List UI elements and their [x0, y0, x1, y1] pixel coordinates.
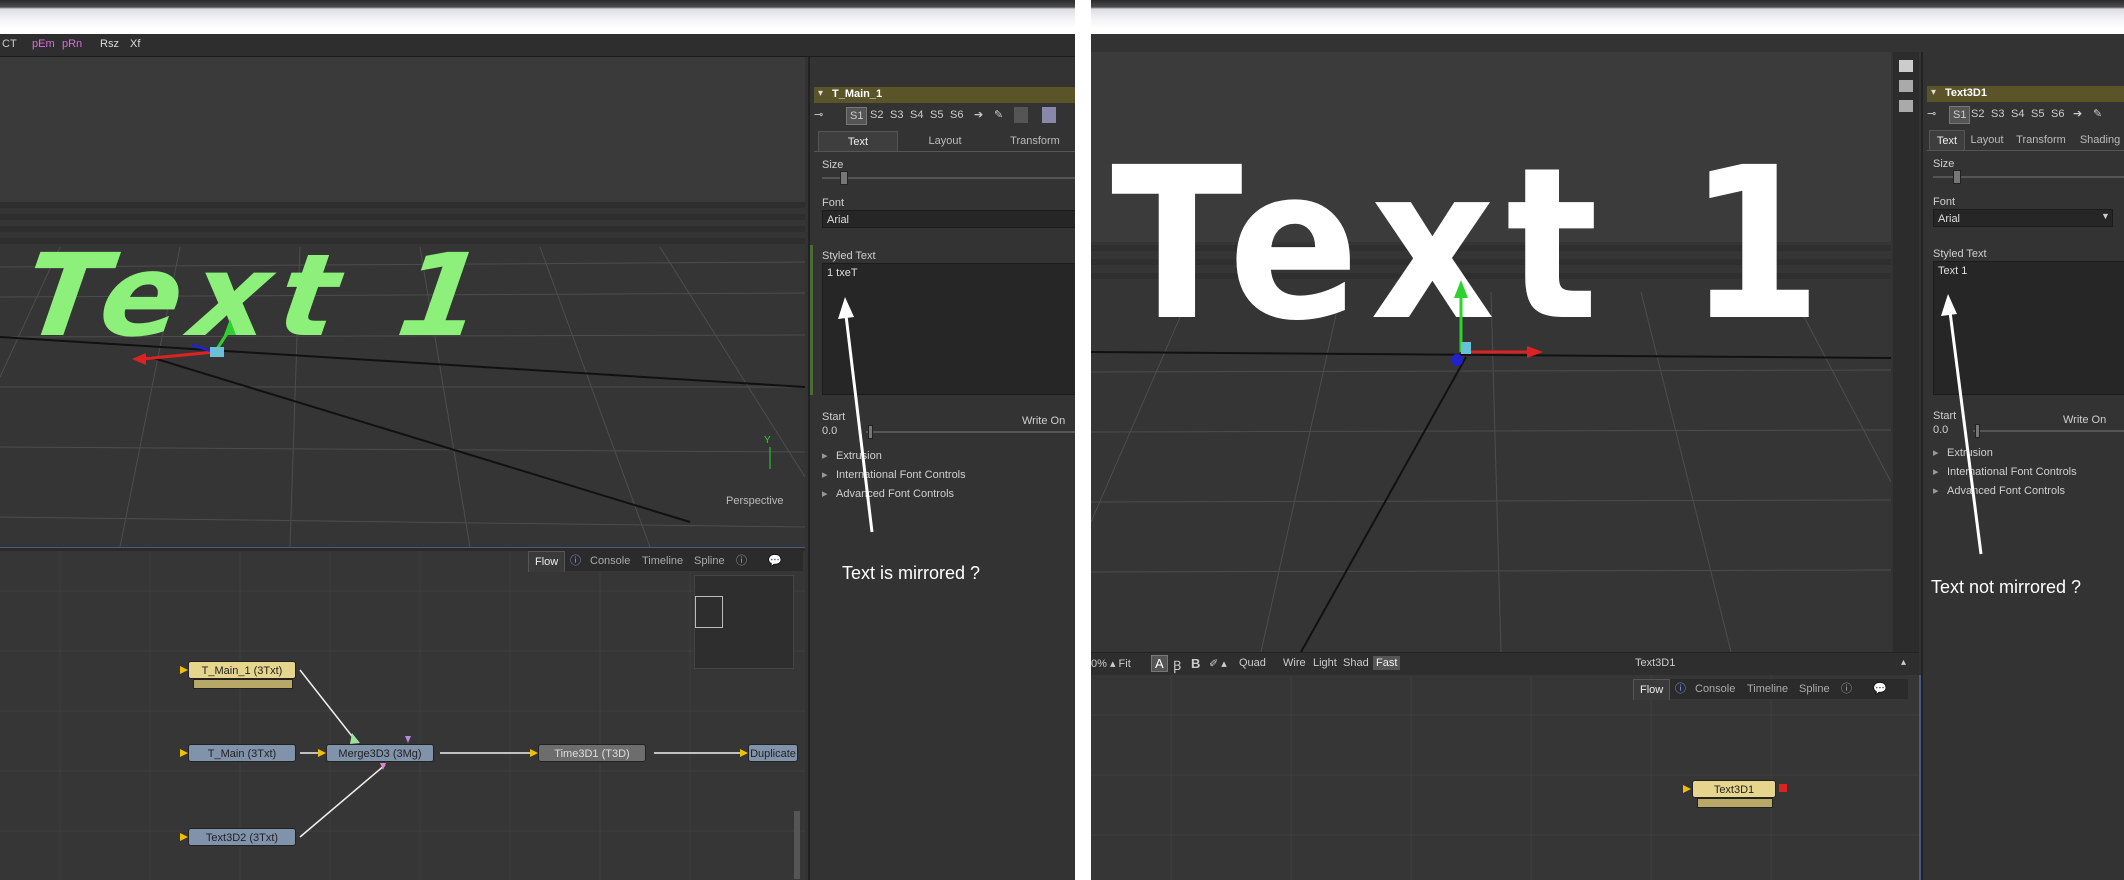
help-icon[interactable]: ⓘ	[1841, 679, 1852, 699]
node-text3d1-footer	[1697, 798, 1773, 808]
node-time3d1[interactable]: Time3D1 (T3D)	[538, 744, 646, 762]
annotation-arrow	[1941, 294, 1983, 555]
bold-icon[interactable]: B	[1191, 656, 1200, 671]
node-t-main-1[interactable]: T_Main_1 (3Txt)	[188, 661, 296, 679]
viewer-status-bar: 0% ▴ Fit A Ꞵ B ✐ ▴ Quad Wire Light Shad …	[1091, 652, 1919, 676]
window-title-strip	[0, 0, 1075, 34]
left-screenshot-panel: CT pEm pRn Rsz Xf Text 1 Y Perspective T…	[0, 0, 1075, 880]
transform-gizmo[interactable]	[130, 277, 240, 367]
flow-navigator[interactable]	[694, 575, 794, 669]
shad-button[interactable]: Shad	[1343, 657, 1369, 669]
window-title-strip	[1091, 0, 2124, 34]
flow-area[interactable]: Text3D1 Flow ⓘ Console Timeline Spline ⓘ…	[1091, 675, 1921, 880]
annotation-text: Text not mirrored ?	[1931, 577, 2082, 597]
chat-icon[interactable]: 💬	[768, 551, 782, 571]
view-icon-1[interactable]	[1899, 60, 1913, 72]
tab-flow[interactable]: Flow	[528, 551, 566, 572]
tab-spline[interactable]: Spline	[694, 551, 725, 571]
axis-label-y: Y	[764, 435, 771, 446]
tab-console[interactable]: Console	[590, 551, 630, 571]
tab-console[interactable]: Console	[1695, 679, 1735, 699]
toolbar-btn-rsz[interactable]: Rsz	[100, 38, 119, 50]
expand-icon[interactable]: ▴	[1901, 657, 1906, 668]
flow-tabbar: Flow ⓘ Console Timeline Spline ⓘ 💬	[1633, 679, 1908, 700]
info-icon[interactable]: ⓘ	[570, 551, 581, 571]
transform-gizmo[interactable]	[1441, 272, 1551, 372]
zoom-fit[interactable]: 0% ▴ Fit	[1091, 657, 1131, 670]
light-button[interactable]: Light	[1313, 657, 1337, 669]
node-text3d2[interactable]: Text3D2 (3Txt)	[188, 828, 296, 846]
3d-viewport[interactable]: Text 1 Y Perspective	[0, 57, 805, 547]
inspector-panel: ▾ Text3D1 ⊸ S1 S2 S3 S4 S5 S6 ➔ ✎ Text L…	[1921, 52, 2124, 880]
flow-scrollbar[interactable]	[794, 811, 800, 879]
navigator-viewport	[695, 596, 723, 628]
flow-tabbar: Flow ⓘ Console Timeline Spline ⓘ 💬	[528, 551, 803, 572]
view-icon-3[interactable]	[1899, 100, 1913, 112]
flow-grid	[1091, 675, 1919, 880]
info-icon[interactable]: ⓘ	[1675, 679, 1686, 699]
text-tool-icon[interactable]: A	[1151, 655, 1168, 672]
screenshot-divider	[1075, 0, 1091, 880]
node-t-main[interactable]: T_Main (3Txt)	[188, 744, 296, 762]
toolbar-btn-xf[interactable]: Xf	[130, 38, 140, 50]
node-duplicate[interactable]: Duplicate	[748, 744, 798, 762]
toolbar-btn-prn[interactable]: pRn	[62, 38, 82, 50]
viewer-toolbar: CT pEm pRn Rsz Xf	[0, 34, 1075, 57]
chat-icon[interactable]: 💬	[1873, 679, 1887, 699]
annotation-text: Text is mirrored ?	[842, 563, 981, 583]
annotation-arrow	[838, 297, 874, 533]
view-label: Perspective	[726, 495, 784, 507]
fast-button[interactable]: Fast	[1373, 656, 1401, 670]
node-text3d1[interactable]: Text3D1	[1692, 780, 1776, 798]
viewer-side-strip	[1893, 52, 1919, 652]
inspector-panel: ▾ T_Main_1 ⊸ S1 S2 S3 S4 S5 S6 ➔ ✎ Text …	[808, 57, 1075, 880]
flow-area[interactable]: T_Main_1 (3Txt) T_Main (3Txt) Merge3D3 (…	[0, 551, 805, 880]
flow-grid	[0, 551, 805, 880]
toolbar-btn-ct[interactable]: CT	[2, 38, 17, 50]
help-icon[interactable]: ⓘ	[736, 551, 747, 571]
tab-spline[interactable]: Spline	[1799, 679, 1830, 699]
text-style-icon[interactable]: Ꞵ	[1173, 656, 1181, 674]
3d-text-green: Text 1	[15, 230, 503, 363]
viewer-node-title: Text3D1	[1635, 657, 1676, 669]
tab-timeline[interactable]: Timeline	[1747, 679, 1788, 699]
tab-flow[interactable]: Flow	[1633, 679, 1671, 700]
node-t-main-1-footer	[193, 679, 293, 689]
view-icon-2[interactable]	[1899, 80, 1913, 92]
wire-button[interactable]: Wire	[1283, 657, 1306, 669]
right-screenshot-panel: Text 1 0% ▴ Fit A Ꞵ B ✐ ▴ Quad Wire Ligh…	[1091, 0, 2124, 880]
toolbar-btn-pem[interactable]: pEm	[32, 38, 55, 50]
3d-viewport[interactable]: Text 1	[1091, 52, 1891, 652]
node-merge3d3[interactable]: Merge3D3 (3Mg)	[326, 744, 434, 762]
options-icon[interactable]: ✐ ▴	[1209, 657, 1227, 670]
quad-button[interactable]: Quad	[1239, 657, 1266, 669]
tab-timeline[interactable]: Timeline	[642, 551, 683, 571]
